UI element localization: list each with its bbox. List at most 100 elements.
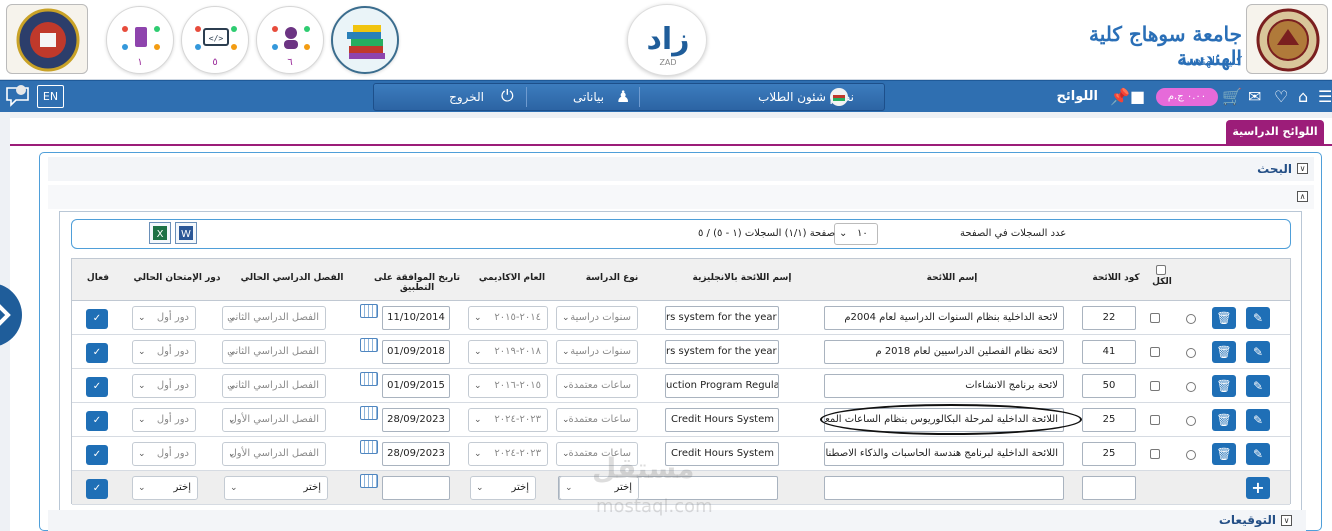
name-ar-field[interactable]: اللائحة الداخلية لبرنامج هندسة الحاسبات …	[824, 442, 1064, 466]
calendar-icon[interactable]	[360, 338, 378, 352]
row-radio[interactable]	[1186, 450, 1196, 460]
home-icon[interactable]: ⌂	[1298, 86, 1308, 108]
calendar-icon[interactable]	[360, 474, 378, 488]
semester-select[interactable]: ⌄ الفصل الدراسي الثاني	[222, 340, 326, 364]
study-type-select[interactable]: ⌄ سنوات دراسية	[556, 306, 638, 330]
video-icon[interactable]: ■	[1130, 86, 1145, 108]
faculty-logo[interactable]	[6, 4, 88, 74]
app-books[interactable]	[331, 6, 399, 74]
new-academic-year-select[interactable]: ⌄ إختر	[470, 476, 536, 500]
edit-icon[interactable]: ✎	[1246, 375, 1270, 397]
exam-round-select[interactable]: ⌄ دور أول	[132, 306, 196, 330]
exam-round-select[interactable]: ⌄ دور أول	[132, 340, 196, 364]
favorite-add-icon[interactable]: ♡	[1274, 86, 1288, 108]
active-checkbox[interactable]: ✓	[86, 377, 108, 397]
new-approval-date-field[interactable]	[382, 476, 450, 500]
exam-round-select[interactable]: ⌄ دور أول	[132, 374, 196, 398]
delete-icon[interactable]: 🗑	[1212, 341, 1236, 363]
table-row[interactable]: ✎ 🗑 41 لائحة نظام الفصلين الدراسيين لعام…	[72, 335, 1290, 369]
table-row[interactable]: ✎ 🗑 50 لائحة برنامج الانشاءات uction Pro…	[72, 369, 1290, 403]
side-toggle-arrow[interactable]	[0, 283, 22, 347]
calendar-icon[interactable]	[360, 440, 378, 454]
new-code-field[interactable]	[1082, 476, 1136, 500]
name-en-field[interactable]: rs system for the year 2004	[665, 306, 779, 330]
export-excel-button[interactable]: X	[149, 222, 171, 244]
delete-icon[interactable]: 🗑	[1212, 443, 1236, 465]
academic-year-select[interactable]: ⌄ ٢٠٢٣-٢٠٢٤	[468, 408, 548, 432]
code-field[interactable]: 25	[1082, 442, 1136, 466]
profile-link[interactable]: بياناتى	[524, 84, 604, 110]
edit-icon[interactable]: ✎	[1246, 409, 1270, 431]
collapse-icon[interactable]: ∨	[1281, 515, 1292, 526]
approval-date-field[interactable]: 01/09/2015	[382, 374, 450, 398]
code-field[interactable]: 50	[1082, 374, 1136, 398]
zad-logo[interactable]: زاد ZAD	[627, 4, 707, 76]
chat-button[interactable]	[4, 84, 32, 108]
active-checkbox[interactable]: ✓	[86, 445, 108, 465]
edit-icon[interactable]: ✎	[1246, 341, 1270, 363]
code-field[interactable]: 41	[1082, 340, 1136, 364]
exam-round-select[interactable]: ⌄ دور أول	[132, 442, 196, 466]
menu-icon[interactable]: ☰	[1318, 86, 1332, 108]
row-radio[interactable]	[1186, 314, 1196, 324]
row-checkbox[interactable]	[1150, 415, 1160, 425]
name-en-field[interactable]: uction Program Regulation	[665, 374, 779, 398]
academic-year-select[interactable]: ⌄ ٢٠١٤-٢٠١٥	[468, 306, 548, 330]
code-field[interactable]: 22	[1082, 306, 1136, 330]
name-en-field[interactable]: Credit Hours System	[665, 408, 779, 432]
active-checkbox[interactable]: ✓	[86, 309, 108, 329]
semester-select[interactable]: ⌄ الفصل الدراسي الثاني	[222, 306, 326, 330]
table-row[interactable]: ✎ 🗑 25 اللائحة الداخلية لمرحلة البكالوري…	[72, 403, 1290, 437]
approval-date-field[interactable]: 01/09/2018	[382, 340, 450, 364]
row-radio[interactable]	[1186, 416, 1196, 426]
calendar-icon[interactable]	[360, 304, 378, 318]
app-code[interactable]: </> ٥	[181, 6, 249, 74]
delete-icon[interactable]: 🗑	[1212, 307, 1236, 329]
row-checkbox[interactable]	[1150, 381, 1160, 391]
academic-year-select[interactable]: ⌄ ٢٠٢٣-٢٠٢٤	[468, 442, 548, 466]
language-button[interactable]: EN	[37, 85, 64, 108]
semester-select[interactable]: ⌄ الفصل الدراسي الأول	[222, 442, 326, 466]
expand-icon[interactable]: ∧	[1297, 191, 1308, 202]
name-ar-field[interactable]: لائحة نظام الفصلين الدراسيين لعام 2018 م	[824, 340, 1064, 364]
cart-icon[interactable]: 🛒	[1222, 86, 1242, 108]
tab-regulations[interactable]: اللوائح الدراسية	[1226, 120, 1324, 144]
row-radio[interactable]	[1186, 348, 1196, 358]
delete-icon[interactable]: 🗑	[1212, 409, 1236, 431]
study-type-select[interactable]: ⌄ ساعات معتمدة	[556, 374, 638, 398]
approval-date-field[interactable]: 28/09/2023	[382, 408, 450, 432]
active-checkbox[interactable]: ✓	[86, 343, 108, 363]
new-exam-round-select[interactable]: ⌄ إختر	[132, 476, 198, 500]
mail-icon[interactable]: ✉	[1248, 86, 1261, 108]
collapse-icon[interactable]: ∨	[1297, 163, 1308, 174]
add-icon[interactable]: +	[1246, 477, 1270, 499]
calendar-icon[interactable]	[360, 406, 378, 420]
app-people[interactable]: ٦	[256, 6, 324, 74]
name-ar-field[interactable]: لائحة الداخلية بنظام السنوات الدراسية لع…	[824, 306, 1064, 330]
search-section-header[interactable]: البحث ∨	[48, 157, 1314, 181]
balance-badge[interactable]: ٠.٠٠ ج.م	[1156, 88, 1218, 106]
delete-icon[interactable]: 🗑	[1212, 375, 1236, 397]
select-all-checkbox[interactable]	[1156, 265, 1166, 275]
edit-icon[interactable]: ✎	[1246, 443, 1270, 465]
exam-round-select[interactable]: ⌄ دور أول	[132, 408, 196, 432]
pin-icon[interactable]: 📌	[1110, 86, 1130, 108]
edit-icon[interactable]: ✎	[1246, 307, 1270, 329]
name-en-field[interactable]: rs system for the year 2018	[665, 340, 779, 364]
semester-select[interactable]: ⌄ الفصل الدراسي الثاني	[222, 374, 326, 398]
approval-date-field[interactable]: 11/10/2014	[382, 306, 450, 330]
page-size-select[interactable]: ⌄ ١٠	[834, 223, 878, 245]
approval-date-field[interactable]: 28/09/2023	[382, 442, 450, 466]
logout-link[interactable]: الخروج	[414, 84, 484, 110]
university-logo[interactable]	[1246, 4, 1328, 74]
row-checkbox[interactable]	[1150, 449, 1160, 459]
academic-year-select[interactable]: ⌄ ٢٠١٨-٢٠١٩	[468, 340, 548, 364]
study-type-select[interactable]: ⌄ سنوات دراسية	[556, 340, 638, 364]
code-field[interactable]: 25	[1082, 408, 1136, 432]
new-semester-select[interactable]: ⌄ إختر	[224, 476, 328, 500]
row-radio[interactable]	[1186, 382, 1196, 392]
name-ar-field[interactable]: لائحة برنامج الانشاءات	[824, 374, 1064, 398]
calendar-icon[interactable]	[360, 372, 378, 386]
academic-year-select[interactable]: ⌄ ٢٠١٥-٢٠١٦	[468, 374, 548, 398]
new-active-checkbox[interactable]: ✓	[86, 479, 108, 499]
